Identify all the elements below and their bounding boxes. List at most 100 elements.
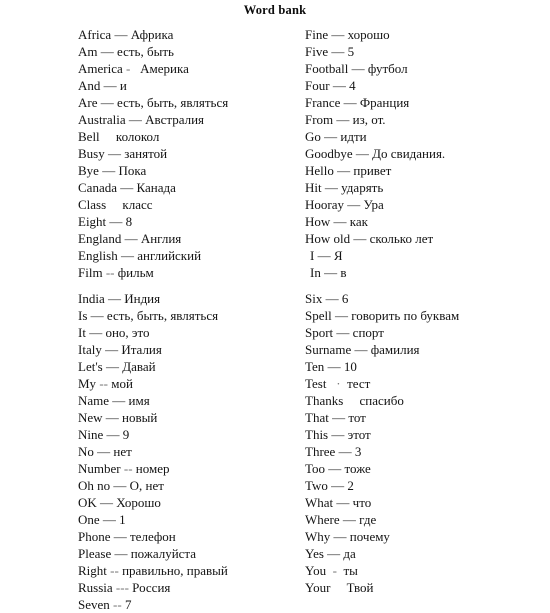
vocab-term: Hello [305,163,334,178]
vocab-entry: Let's — Давай [78,358,303,375]
vocab-separator: — [110,529,130,544]
vocab-translation: новый [122,410,158,425]
vocab-entry: Your Твой [305,579,545,596]
vocab-term: Nine [78,427,104,442]
vocab-separator: — [100,78,120,93]
vocab-entry: Right -- правильно, правый [78,562,303,579]
vocab-translation: Я [333,248,343,263]
vocab-entry: Australia — Австралия [78,111,303,128]
vocab-separator: — [331,308,352,323]
vocab-entry: Is — есть, быть, являться [78,307,303,324]
vocab-separator: — [333,163,354,178]
vocab-translation: О, нет [129,478,164,493]
vocab-term: From [305,112,334,127]
vocab-translation: да [343,546,356,561]
vocab-term: That [305,410,329,425]
vocab-separator: — [116,180,137,195]
vocab-entry: Three — 3 [305,443,545,460]
vocab-term: Italy [78,342,102,357]
vocab-translation: 6 [341,291,349,306]
vocab-separator: — [351,342,371,357]
vocab-separator: — [328,27,348,42]
vocab-term: Name [78,393,110,408]
vocab-separator: -- [120,461,136,476]
vocab-translation: Твой [346,580,374,595]
vocab-separator: — [333,495,353,510]
vocab-term: Three [305,444,336,459]
vocab-translation: ударять [341,180,384,195]
vocab-term: England [78,231,122,246]
vocab-translation: сколько лет [369,231,434,246]
vocab-separator [100,129,116,144]
vocab-term: Class [78,197,107,212]
vocab-separator: — [87,308,107,323]
vocab-separator: — [329,78,350,93]
vocab-term: Two [305,478,328,493]
vocab-translation: 4 [349,78,356,93]
vocab-term: Six [305,291,323,306]
vocab-separator: — [325,461,345,476]
vocab-entry: Five — 5 [305,43,545,60]
vocab-separator: — [109,393,129,408]
vocab-separator: - [326,563,344,578]
vocab-translation: 5 [347,44,355,59]
vocab-term: Fine [305,27,329,42]
vocab-translation: 7 [124,597,132,612]
vocab-separator: — [117,248,138,263]
vocab-term: OK [78,495,97,510]
vocab-translation: Канада [136,180,176,195]
vocab-entry: This — этот [305,426,545,443]
vocab-entry: Class класс [78,196,303,213]
vocab-translation: что [352,495,372,510]
vocab-entry: That — тот [305,409,545,426]
vocab-entry: Seven -- 7 [78,596,303,613]
vocab-entry: Number -- номер [78,460,303,477]
vocab-entry: I — Я [305,247,545,264]
vocab-translation: есть, быть [117,44,174,59]
vocab-translation: тот [348,410,366,425]
vocab-separator: — [333,112,353,127]
vocab-entry: Bye — Пока [78,162,303,179]
vocab-separator: — [350,231,370,246]
vocab-translation: Франция [359,95,410,110]
vocab-term: France [305,95,341,110]
vocab-entry: From — из, от. [305,111,545,128]
vocab-term: America [78,61,123,76]
vocab-translation: говорить по буквам [351,308,460,323]
vocab-entry: How old — сколько лет [305,230,545,247]
vocab-entry: Phone — телефон [78,528,303,545]
vocab-term: Where [305,512,340,527]
vocab-translation: есть, быть, являться [106,308,219,323]
vocab-translation: есть, быть, являться [117,95,229,110]
vocab-separator: — [106,214,126,229]
vocab-term: Am [78,44,98,59]
vocab-term: Bell [78,129,100,144]
vocab-term: Africa [78,27,112,42]
vocab-translation: нет [113,444,132,459]
vocab-term: Go [305,129,321,144]
vocab-separator: — [330,214,350,229]
vocab-separator: — [339,512,360,527]
vocab-translation: Италия [121,342,162,357]
vocab-separator: — [104,291,125,306]
vocab-term: Yes [305,546,324,561]
vocab-entry: Two — 2 [305,477,545,494]
vocab-separator: — [121,231,141,246]
vocab-separator: — [322,291,342,306]
word-bank-page: Word bank Africa — Африка Am — есть, быть… [0,0,550,612]
vocab-translation: идти [340,129,367,144]
vocab-entry: Am — есть, быть [78,43,303,60]
vocab-separator: -- [106,563,123,578]
vocab-translation: телефон [130,529,176,544]
vocab-translation: Индия [124,291,161,306]
vocab-translation: в [340,265,347,280]
vocab-entry: In — в [305,264,545,281]
vocab-entry: You - ты [305,562,545,579]
vocab-entry: Oh no — О, нет [78,477,303,494]
vocab-term: Surname [305,342,352,357]
vocab-entry: English — английский [78,247,303,264]
vocab-separator: — [85,325,106,340]
vocab-separator: — [98,163,119,178]
vocab-term: Australia [78,112,126,127]
vocab-entry: Where — где [305,511,545,528]
